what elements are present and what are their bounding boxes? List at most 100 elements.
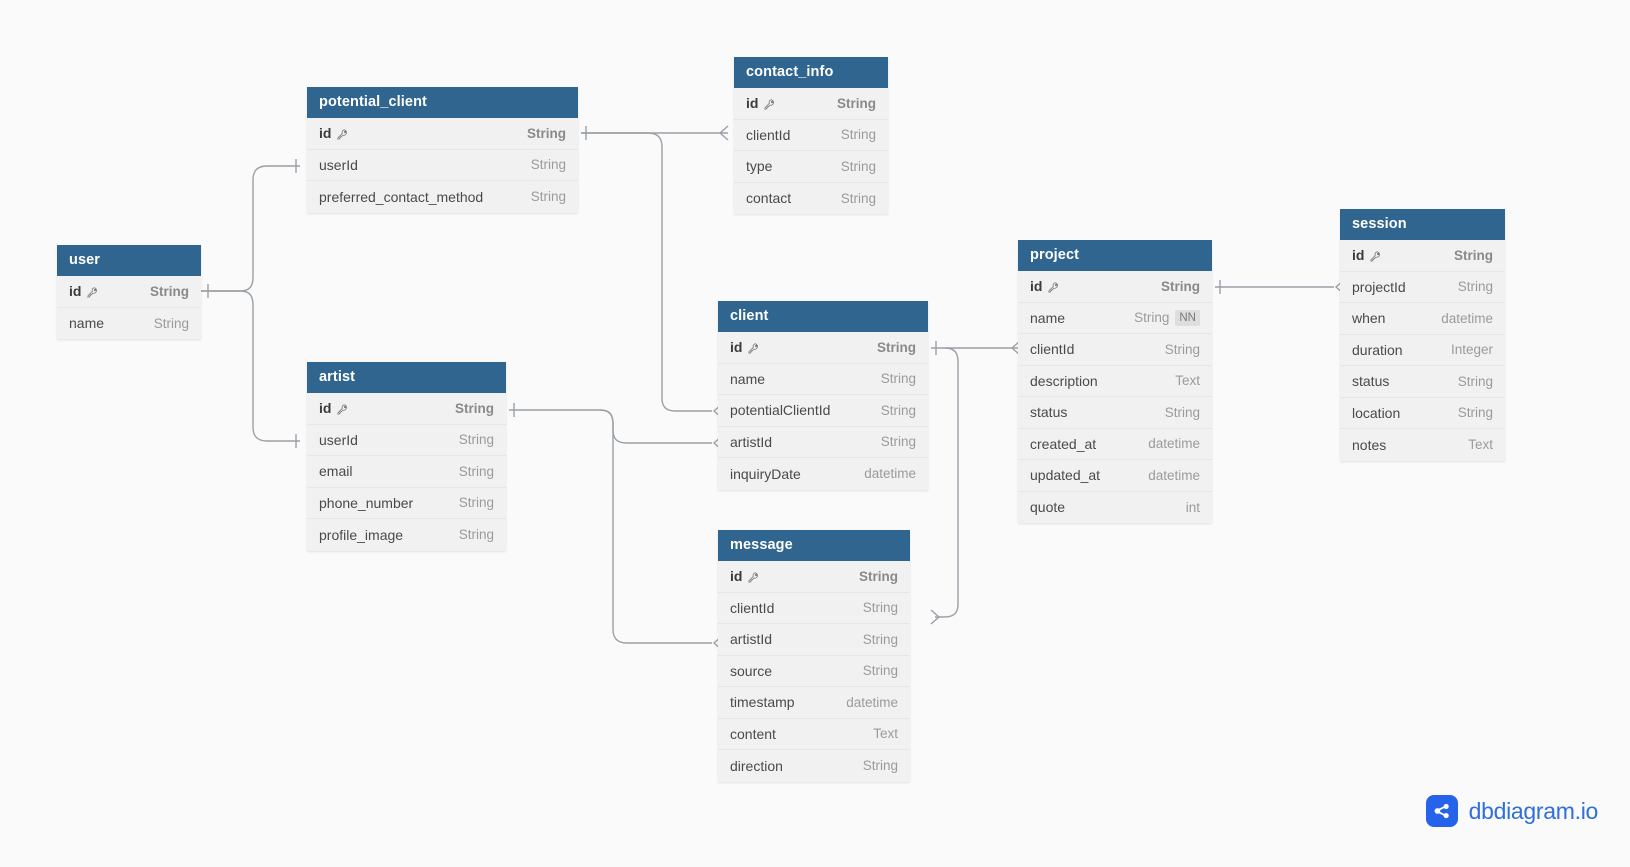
field-row-project-status[interactable]: status String: [1018, 397, 1212, 429]
field-row-message-timestamp[interactable]: timestamp datetime: [718, 687, 910, 719]
field-type: String: [862, 631, 898, 647]
field-row-artist-id[interactable]: id String: [307, 393, 506, 425]
field-row-session-duration[interactable]: duration Integer: [1340, 335, 1505, 366]
field-row-message-direction[interactable]: direction String: [718, 750, 910, 782]
field-row-user-id[interactable]: id String: [57, 276, 201, 308]
field-name: content: [730, 726, 776, 742]
field-name-text: id: [319, 400, 332, 417]
field-row-potential_client-userId[interactable]: userId String: [307, 150, 578, 181]
field-row-user-name[interactable]: name String: [57, 308, 201, 340]
field-row-client-artistId[interactable]: artistId String: [718, 427, 928, 458]
field-type: String: [1457, 279, 1493, 295]
field-name-text: status: [1030, 404, 1068, 421]
table-header-artist[interactable]: artist: [307, 362, 506, 393]
field-row-artist-email[interactable]: email String: [307, 456, 506, 488]
field-row-project-description[interactable]: description Text: [1018, 366, 1212, 397]
field-row-session-notes[interactable]: notes Text: [1340, 429, 1505, 461]
field-name: status: [1352, 373, 1389, 389]
field-name: clientId: [1030, 341, 1074, 357]
field-name-text: contact: [746, 190, 792, 207]
table-client[interactable]: client id String name String potentialClientI…: [718, 301, 928, 490]
field-row-session-location[interactable]: location String: [1340, 398, 1505, 429]
field-name: description: [1030, 373, 1098, 389]
field-type: String: [837, 95, 876, 111]
field-type: String: [862, 600, 898, 616]
field-row-message-clientId[interactable]: clientId String: [718, 593, 910, 624]
field-type: String: [840, 158, 876, 174]
field-row-artist-phone_number[interactable]: phone_number String: [307, 488, 506, 519]
edge-artist-to-client-message: [509, 403, 723, 651]
field-row-project-clientId[interactable]: clientId String: [1018, 334, 1212, 366]
field-name-text: userId: [319, 156, 358, 173]
field-name-text: id: [1030, 278, 1043, 295]
field-row-project-name[interactable]: name String NN: [1018, 303, 1212, 334]
field-row-potential_client-preferred_contact_method[interactable]: preferred_contact_method String: [307, 181, 578, 213]
field-name: source: [730, 663, 772, 679]
key-icon: [336, 403, 349, 416]
field-row-client-name[interactable]: name String: [718, 364, 928, 395]
field-row-message-content[interactable]: content Text: [718, 719, 910, 750]
field-row-contact_info-type[interactable]: type String: [734, 151, 888, 183]
field-name-text: id: [746, 95, 759, 112]
table-contact_info[interactable]: contact_infoid String clientId String type St…: [734, 57, 888, 214]
field-row-potential_client-id[interactable]: id String: [307, 118, 578, 150]
field-row-session-projectId[interactable]: projectId String: [1340, 272, 1505, 303]
dbdiagram-logo-icon: [1425, 795, 1458, 827]
field-type: String: [458, 527, 494, 543]
field-row-contact_info-contact[interactable]: contact String: [734, 183, 888, 215]
field-row-contact_info-clientId[interactable]: clientId String: [734, 120, 888, 151]
field-row-project-updated_at[interactable]: updated_at datetime: [1018, 460, 1212, 492]
table-user[interactable]: user id String name String: [57, 245, 201, 339]
field-row-project-id[interactable]: id String: [1018, 271, 1212, 303]
field-name: id: [730, 568, 760, 584]
field-row-message-source[interactable]: source String: [718, 656, 910, 687]
field-row-client-inquiryDate[interactable]: inquiryDate datetime: [718, 458, 928, 490]
field-row-contact_info-id[interactable]: id String: [734, 88, 888, 120]
field-type: datetime: [864, 466, 916, 482]
table-header-project[interactable]: project: [1018, 240, 1212, 271]
field-type: String: [455, 400, 494, 416]
field-type: String: [1457, 373, 1493, 389]
field-row-project-created_at[interactable]: created_at datetime: [1018, 429, 1212, 460]
field-row-project-quote[interactable]: quote int: [1018, 492, 1212, 524]
field-row-client-potentialClientId[interactable]: potentialClientId String: [718, 395, 928, 427]
field-row-session-id[interactable]: id String: [1340, 240, 1505, 272]
table-header-user[interactable]: user: [57, 245, 201, 276]
key-icon: [763, 98, 776, 111]
field-row-message-id[interactable]: id String: [718, 561, 910, 593]
field-row-artist-userId[interactable]: userId String: [307, 425, 506, 456]
edge-client-to-project-message: [930, 340, 1021, 625]
field-row-artist-profile_image[interactable]: profile_image String: [307, 519, 506, 551]
field-type: Text: [873, 726, 898, 742]
field-type: String: [880, 371, 916, 387]
field-name: when: [1352, 310, 1385, 326]
table-artist[interactable]: artist id String userId String email String pho…: [307, 362, 506, 551]
field-row-client-id[interactable]: id String: [718, 332, 928, 364]
field-name: duration: [1352, 342, 1403, 358]
table-session[interactable]: session id String projectId String when dateti…: [1340, 209, 1505, 461]
field-name-text: name: [69, 315, 105, 332]
field-name: artistId: [730, 631, 772, 647]
field-name-text: id: [69, 283, 82, 300]
table-header-session[interactable]: session: [1340, 209, 1505, 240]
table-header-message[interactable]: message: [718, 530, 910, 561]
field-type: Integer: [1450, 342, 1493, 358]
erd-canvas[interactable]: user id String name String potential_client id…: [0, 0, 1630, 867]
field-name-text: direction: [730, 757, 783, 774]
field-type: datetime: [1148, 436, 1200, 452]
field-row-session-when[interactable]: when datetime: [1340, 303, 1505, 335]
table-header-client[interactable]: client: [718, 301, 928, 332]
field-name-text: clientId: [730, 599, 775, 616]
table-project[interactable]: project id String name String NN clientId Strin…: [1018, 240, 1212, 523]
field-row-session-status[interactable]: status String: [1340, 366, 1505, 398]
dbdiagram-logo[interactable]: dbdiagram.io: [1425, 795, 1598, 827]
table-header-contact_info[interactable]: contact_info: [734, 57, 888, 88]
field-name-text: content: [730, 725, 776, 742]
field-name-text: preferred_contact_method: [319, 188, 484, 205]
table-header-potential_client[interactable]: potential_client: [307, 87, 578, 118]
table-message[interactable]: message id String clientId String artistId Str…: [718, 530, 910, 782]
field-row-message-artistId[interactable]: artistId String: [718, 624, 910, 656]
table-potential_client[interactable]: potential_client id String userId String pref…: [307, 87, 578, 213]
field-type: String: [840, 190, 876, 206]
key-icon: [747, 342, 760, 355]
